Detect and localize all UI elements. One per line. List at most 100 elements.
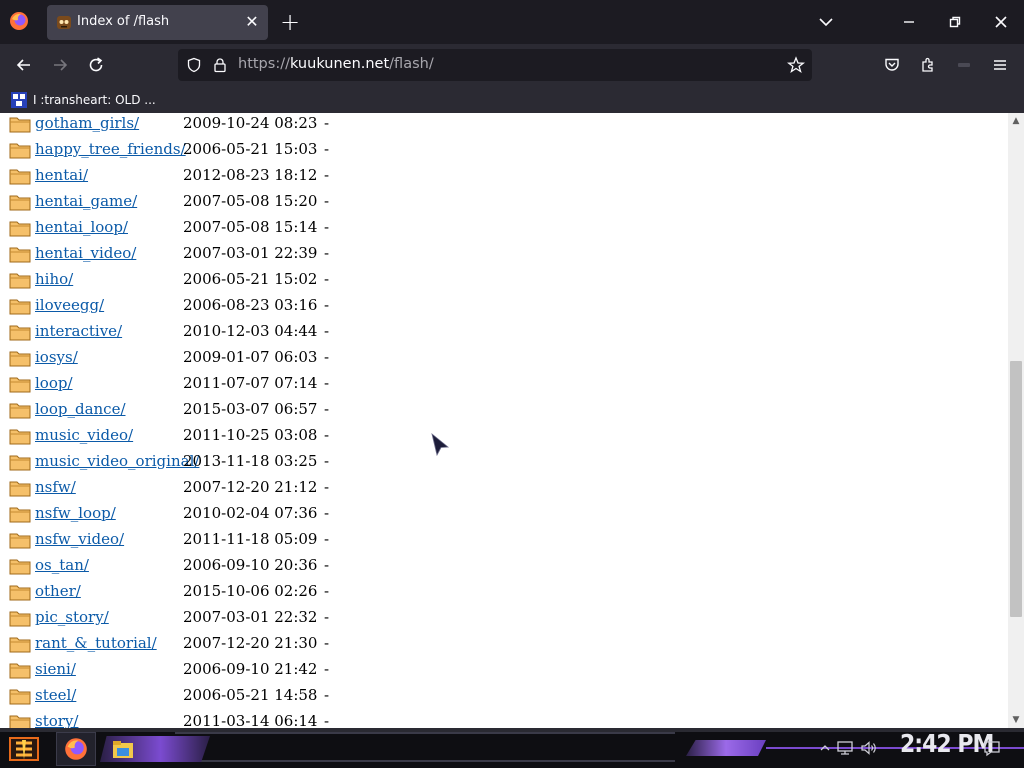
modified-date: 2009-01-07 06:03: [183, 348, 318, 366]
directory-link[interactable]: hentai_video/: [35, 244, 136, 262]
modified-date: 2011-07-07 07:14: [183, 374, 318, 392]
directory-link[interactable]: steel/: [35, 686, 76, 704]
directory-link[interactable]: other/: [35, 582, 81, 600]
start-menu-icon[interactable]: [8, 734, 40, 764]
modified-date: 2007-05-08 15:20: [183, 192, 318, 210]
table-row: sieni/2006-09-10 21:42-: [9, 656, 389, 682]
lock-icon[interactable]: [212, 57, 228, 73]
file-size: -: [324, 348, 330, 366]
taskbar-clock[interactable]: 2:42 PM: [900, 730, 994, 759]
pocket-icon[interactable]: [880, 53, 904, 77]
file-size: -: [324, 296, 330, 314]
directory-link[interactable]: music_video/: [35, 426, 133, 444]
list-all-tabs-icon[interactable]: [816, 12, 836, 32]
network-icon[interactable]: [836, 740, 854, 756]
scroll-down-arrow-icon[interactable]: ▼: [1008, 712, 1024, 728]
file-size: -: [324, 400, 330, 418]
directory-link[interactable]: hiho/: [35, 270, 73, 288]
directory-link[interactable]: interactive/: [35, 322, 122, 340]
folder-icon: [9, 375, 31, 393]
directory-link[interactable]: hentai/: [35, 166, 88, 184]
directory-link[interactable]: loop_dance/: [35, 400, 126, 418]
navigation-toolbar: https://kuukunen.net/flash/: [0, 44, 1024, 86]
directory-link[interactable]: nsfw_loop/: [35, 504, 116, 522]
table-row: iosys/2009-01-07 06:03-: [9, 344, 389, 370]
table-row: hentai_game/2007-05-08 15:20-: [9, 188, 389, 214]
directory-link[interactable]: gotham_girls/: [35, 114, 139, 132]
modified-date: 2007-12-20 21:12: [183, 478, 318, 496]
close-window-button[interactable]: [978, 0, 1024, 44]
new-tab-button[interactable]: +: [279, 9, 301, 35]
folder-icon: [9, 245, 31, 263]
folder-icon: [9, 297, 31, 315]
notification-center-icon[interactable]: [982, 738, 1002, 758]
modified-date: 2013-11-18 03:25: [183, 452, 318, 470]
folder-icon: [9, 115, 31, 133]
forward-button[interactable]: [48, 53, 72, 77]
file-size: -: [324, 660, 330, 678]
taskbar-accent-decoration: [686, 740, 766, 756]
scroll-up-arrow-icon[interactable]: ▲: [1008, 113, 1024, 129]
taskbar-firefox-button[interactable]: [56, 732, 96, 766]
folder-icon: [9, 557, 31, 575]
directory-link[interactable]: story/: [35, 712, 78, 728]
extension-dim-icon[interactable]: [952, 53, 976, 77]
modified-date: 2015-10-06 02:26: [183, 582, 318, 600]
scrollbar-thumb[interactable]: [1010, 361, 1022, 617]
directory-link[interactable]: iosys/: [35, 348, 78, 366]
folder-icon: [9, 349, 31, 367]
directory-link[interactable]: os_tan/: [35, 556, 89, 574]
restore-button[interactable]: [932, 0, 978, 44]
table-row: iloveegg/2006-08-23 03:16-: [9, 292, 389, 318]
file-size: -: [324, 374, 330, 392]
file-size: -: [324, 218, 330, 236]
back-button[interactable]: [12, 53, 36, 77]
menu-icon[interactable]: [988, 53, 1012, 77]
directory-link[interactable]: happy_tree_friends/: [35, 140, 186, 158]
bookmark-item[interactable]: I :transheart: OLD ...: [11, 89, 156, 110]
modified-date: 2006-05-21 14:58: [183, 686, 318, 704]
taskbar-decoration: [175, 732, 675, 762]
folder-icon: [9, 505, 31, 523]
directory-link[interactable]: nsfw/: [35, 478, 76, 496]
directory-link[interactable]: hentai_game/: [35, 192, 137, 210]
folder-icon: [9, 661, 31, 679]
site-favicon-icon: [57, 16, 71, 29]
bookmark-label: I :transheart: OLD ...: [33, 92, 156, 107]
table-row: hiho/2006-05-21 15:02-: [9, 266, 389, 292]
table-row: hentai_video/2007-03-01 22:39-: [9, 240, 389, 266]
directory-link[interactable]: pic_story/: [35, 608, 109, 626]
table-row: other/2015-10-06 02:26-: [9, 578, 389, 604]
volume-icon[interactable]: [860, 740, 878, 756]
modified-date: 2007-03-01 22:39: [183, 244, 318, 262]
directory-link[interactable]: music_video_original/: [35, 452, 199, 470]
firefox-view-icon[interactable]: [8, 10, 30, 32]
modified-date: 2011-03-14 06:14: [183, 712, 318, 728]
table-row: loop_dance/2015-03-07 06:57-: [9, 396, 389, 422]
bookmarks-toolbar: I :transheart: OLD ...: [0, 86, 1024, 113]
directory-link[interactable]: nsfw_video/: [35, 530, 124, 548]
folder-icon: [9, 609, 31, 627]
url-bar[interactable]: https://kuukunen.net/flash/: [178, 49, 812, 81]
reload-button[interactable]: [84, 53, 108, 77]
close-tab-icon[interactable]: ✕: [243, 13, 261, 31]
directory-link[interactable]: loop/: [35, 374, 73, 392]
extensions-icon[interactable]: [916, 53, 940, 77]
star-icon[interactable]: [787, 56, 805, 74]
vertical-scrollbar[interactable]: ▲ ▼: [1008, 113, 1024, 728]
shield-icon[interactable]: [186, 57, 202, 73]
directory-listing: gotham_girls/2009-10-24 08:23- happy_tree…: [9, 113, 389, 728]
modified-date: 2012-08-23 18:12: [183, 166, 318, 184]
directory-link[interactable]: sieni/: [35, 660, 76, 678]
table-row: nsfw_loop/2010-02-04 07:36-: [9, 500, 389, 526]
file-size: -: [324, 140, 330, 158]
modified-date: 2011-10-25 03:08: [183, 426, 318, 444]
directory-link[interactable]: rant_&_tutorial/: [35, 634, 157, 652]
table-row: steel/2006-05-21 14:58-: [9, 682, 389, 708]
directory-link[interactable]: hentai_loop/: [35, 218, 128, 236]
minimize-button[interactable]: [886, 0, 932, 44]
tray-chevron-up-icon[interactable]: [820, 743, 830, 753]
table-row: os_tan/2006-09-10 20:36-: [9, 552, 389, 578]
tab-index-of-flash[interactable]: Index of /flash ✕: [47, 5, 268, 40]
directory-link[interactable]: iloveegg/: [35, 296, 104, 314]
